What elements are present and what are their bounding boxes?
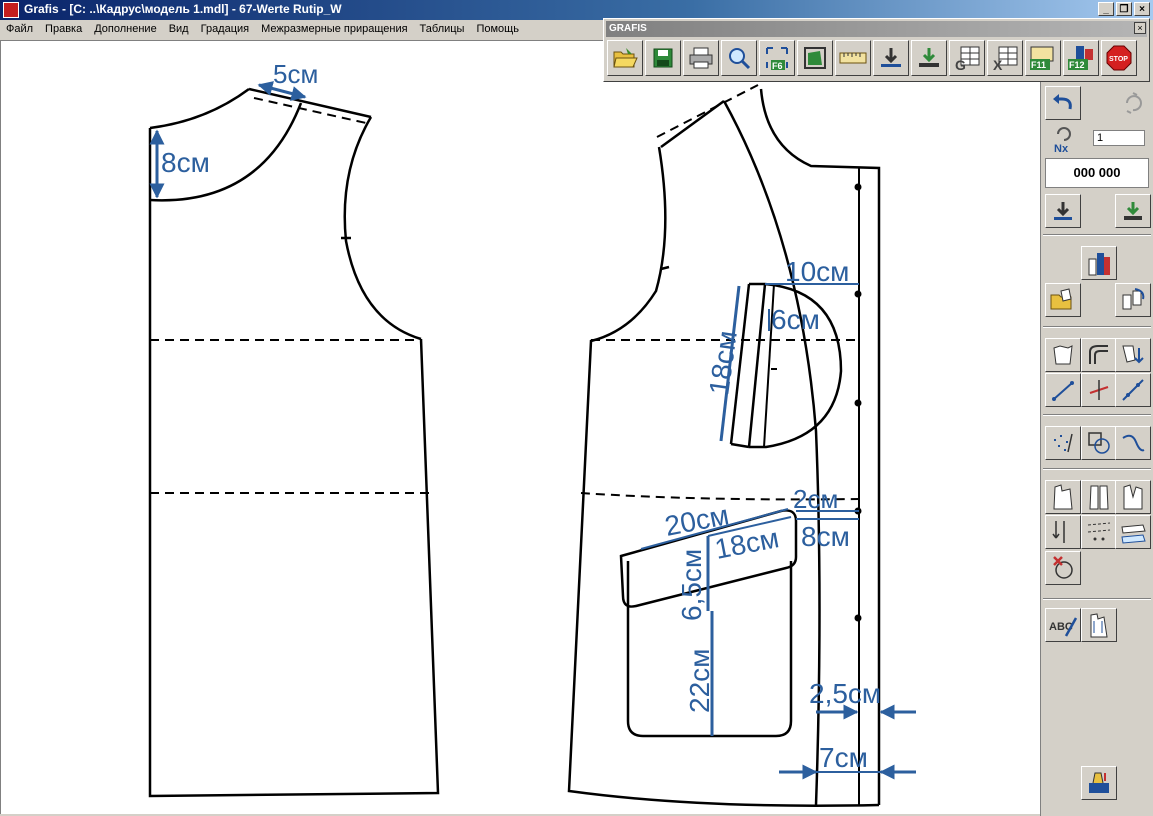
redo-icon[interactable]	[1115, 86, 1151, 120]
coordinate-counter: 000 000	[1045, 158, 1149, 188]
menu-grading[interactable]: Градация	[195, 20, 256, 40]
dim-flap-65: 6,5см	[676, 536, 710, 621]
separator	[1043, 234, 1151, 236]
svg-text:2,5см: 2,5см	[809, 678, 881, 709]
svg-text:Nx: Nx	[1054, 143, 1069, 154]
svg-text:6,5см: 6,5см	[676, 549, 707, 621]
svg-text:X: X	[993, 57, 1003, 72]
print-icon[interactable]	[683, 40, 719, 76]
seam-mark-icon[interactable]	[1045, 515, 1081, 549]
undo-icon[interactable]	[1045, 86, 1081, 120]
menu-view[interactable]: Вид	[163, 20, 195, 40]
download-green-panel-icon[interactable]	[1115, 194, 1151, 228]
menu-addition[interactable]: Дополнение	[88, 20, 162, 40]
dim-pocket-22: 22см	[684, 611, 715, 736]
pattern-drawing: 5см 8см 10см 6см 18см 2см 8см 20см 18см …	[148, 59, 916, 807]
restore-button[interactable]: ❐	[1116, 2, 1132, 16]
dim-offset-2: 2см	[793, 484, 859, 514]
separator	[1043, 468, 1151, 470]
contour-icon[interactable]	[1045, 338, 1081, 372]
tool-panel: Nx 1 000 000 ABC	[1040, 82, 1153, 816]
f12-icon[interactable]: F12	[1063, 40, 1099, 76]
menu-help[interactable]: Помощь	[470, 20, 525, 40]
download-icon[interactable]	[873, 40, 909, 76]
separator	[1043, 598, 1151, 600]
intersect-icon[interactable]	[1081, 373, 1117, 407]
menu-file[interactable]: Файл	[0, 20, 39, 40]
garment-front-icon[interactable]	[1045, 480, 1081, 514]
points-icon[interactable]	[1045, 426, 1081, 460]
svg-text:8см: 8см	[801, 521, 850, 552]
table-x-icon[interactable]: X	[987, 40, 1023, 76]
window-title: Grafis - [C: ..\Кадрус\модель 1.mdl] - 6…	[24, 2, 342, 16]
svg-text:2см: 2см	[793, 484, 838, 514]
download-green-icon[interactable]	[911, 40, 947, 76]
text-icon[interactable]: ABC	[1045, 608, 1081, 642]
dim-welt-depth: 6см	[768, 304, 820, 335]
svg-text:F11: F11	[1031, 60, 1046, 70]
download-panel-icon[interactable]	[1045, 194, 1081, 228]
drawing-canvas[interactable]: 5см 8см 10см 6см 18см 2см 8см 20см 18см …	[0, 40, 1040, 814]
zoom-icon[interactable]	[721, 40, 757, 76]
garment-back-icon[interactable]	[1081, 480, 1117, 514]
dim-placket-25: 2,5см	[809, 678, 916, 720]
piece-arrow-icon[interactable]	[1115, 338, 1151, 372]
delete-circle-icon[interactable]	[1045, 551, 1081, 585]
svg-text:10см: 10см	[785, 256, 849, 287]
save-icon[interactable]	[645, 40, 681, 76]
open-folder-icon[interactable]	[607, 40, 643, 76]
dim-offset-8: 8см	[796, 518, 859, 552]
svg-text:G: G	[955, 57, 966, 72]
svg-text:F12: F12	[1069, 60, 1085, 70]
menu-edit[interactable]: Правка	[39, 20, 88, 40]
svg-text:STOP: STOP	[1109, 56, 1128, 63]
size-table-icon[interactable]	[1081, 608, 1117, 642]
dim-placket-7: 7см	[779, 742, 916, 780]
menu-size-increments[interactable]: Межразмерные приращения	[255, 20, 413, 40]
app-icon[interactable]	[3, 2, 19, 18]
separator	[1043, 326, 1151, 328]
svg-text:F6: F6	[772, 61, 783, 71]
curve-icon[interactable]	[1115, 426, 1151, 460]
export-icon[interactable]	[1081, 766, 1117, 800]
copy-piece-icon[interactable]	[1115, 283, 1151, 317]
seam-allowance-icon[interactable]	[1115, 515, 1151, 549]
dim-welt-width: 10см	[765, 256, 859, 287]
minimize-button[interactable]: _	[1098, 2, 1114, 16]
svg-text:5см: 5см	[273, 59, 318, 89]
toolbar-title[interactable]: GRAFIS	[606, 21, 1147, 37]
dim-welt-length: 18см	[703, 285, 743, 442]
notch-line-icon[interactable]	[1081, 515, 1117, 549]
table-g-icon[interactable]: G	[949, 40, 985, 76]
frame-icon[interactable]	[797, 40, 833, 76]
open-pieces-icon[interactable]	[1045, 283, 1081, 317]
repeat-nx-icon[interactable]: Nx	[1045, 122, 1081, 156]
diagonal-line-icon[interactable]	[1115, 373, 1151, 407]
pieces-icon[interactable]	[1081, 246, 1117, 280]
svg-text:7см: 7см	[819, 742, 868, 773]
svg-text:22см: 22см	[684, 649, 715, 713]
grafis-toolbar: GRAFIS × F6 G X F11 F12 STOP	[603, 18, 1150, 82]
dim-neck-width: 5см	[257, 59, 318, 101]
stop-icon[interactable]: STOP	[1101, 40, 1137, 76]
circle-rect-icon[interactable]	[1081, 426, 1117, 460]
dim-neck-depth: 8см	[149, 129, 210, 199]
line-point-icon[interactable]	[1045, 373, 1081, 407]
fit-f6-icon[interactable]: F6	[759, 40, 795, 76]
separator	[1043, 414, 1151, 416]
back-piece[interactable]	[148, 87, 440, 798]
menu-tables[interactable]: Таблицы	[414, 20, 471, 40]
ruler-icon[interactable]	[835, 40, 871, 76]
svg-text:8см: 8см	[161, 147, 210, 178]
svg-text:6см: 6см	[771, 304, 820, 335]
toolbar-close-button[interactable]: ×	[1134, 22, 1146, 34]
f11-icon[interactable]: F11	[1025, 40, 1061, 76]
title-bar: Grafis - [C: ..\Кадрус\модель 1.mdl] - 6…	[0, 0, 1153, 20]
parallel-icon[interactable]	[1081, 338, 1117, 372]
garment-dart-icon[interactable]	[1115, 480, 1151, 514]
repeat-count-input[interactable]: 1	[1093, 130, 1145, 146]
close-button[interactable]: ×	[1134, 2, 1150, 16]
